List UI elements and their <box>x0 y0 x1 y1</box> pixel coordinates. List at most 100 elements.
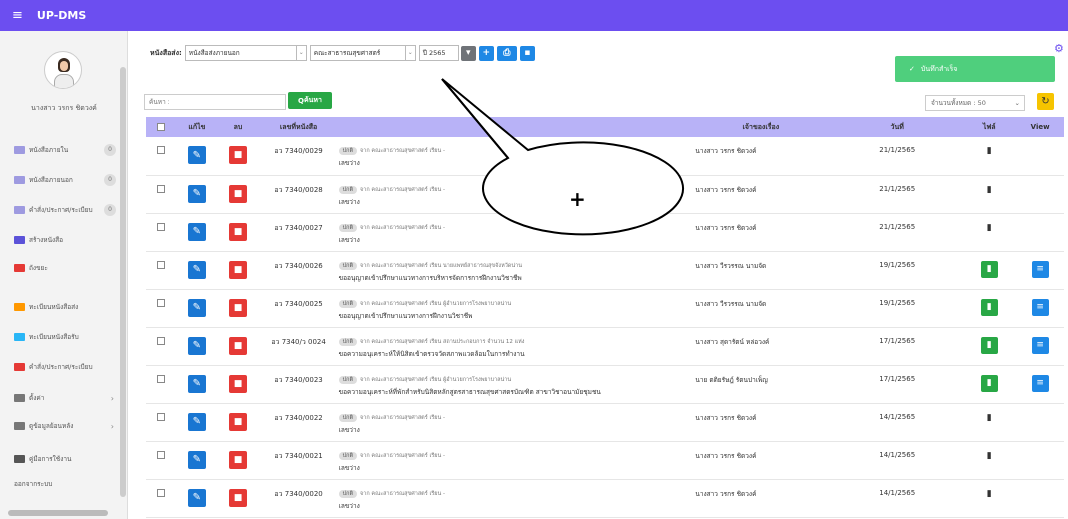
row-checkbox[interactable] <box>157 488 166 497</box>
list-icon: ≡ <box>1036 264 1044 274</box>
sidebar-item-3[interactable]: สร้างหนังสือ <box>14 230 124 250</box>
trash-filter-button[interactable]: ▪ <box>519 45 535 61</box>
horizontal-scrollbar[interactable] <box>8 510 108 516</box>
view-button[interactable]: ≡ <box>1031 260 1049 278</box>
edit-button[interactable]: ✎ <box>187 298 206 317</box>
delete-button[interactable]: ■ <box>228 488 247 507</box>
doc-type-select[interactable]: หนังสือส่งภายนอก ⌄ <box>184 45 307 61</box>
subject-from: จาก คณะสาธารณสุขศาสตร์ เรียน - <box>360 414 445 421</box>
owner: นางสาว วรกร ชิดวงค์ <box>689 213 833 252</box>
table-row: ✎ ■ อว 7340/0025 ปกติ จาก คณะสาธารณสุขศาสตร์… <box>146 289 1064 328</box>
hamburger-icon[interactable]: ≡ <box>12 8 23 23</box>
select-all-checkbox[interactable] <box>157 123 166 131</box>
trash-icon: ■ <box>233 264 243 275</box>
row-checkbox[interactable] <box>157 336 166 345</box>
row-checkbox[interactable] <box>157 146 166 154</box>
date: 21/1/2565 <box>832 137 963 176</box>
edit-button[interactable]: ✎ <box>187 374 206 393</box>
delete-button[interactable]: ■ <box>228 222 247 241</box>
edit-button[interactable]: ✎ <box>187 450 206 469</box>
search-button[interactable]: Q ค้นหา <box>288 92 332 109</box>
row-checkbox[interactable] <box>157 412 166 421</box>
edit-button[interactable]: ✎ <box>187 488 206 507</box>
sidebar-scrollbar[interactable] <box>120 67 126 497</box>
priority-chip: ปกติ <box>338 337 358 346</box>
file-button[interactable]: ▮ <box>980 260 998 278</box>
sidebar-item-7[interactable]: คำสั่ง/ประกาศ/ระเบียบ <box>14 357 124 377</box>
count-badge: 0 <box>104 204 116 216</box>
file-icon[interactable]: ▮ <box>984 489 994 500</box>
delete-button[interactable]: ■ <box>228 336 247 355</box>
row-checkbox[interactable] <box>157 298 166 307</box>
row-checkbox[interactable] <box>157 374 166 383</box>
view-button[interactable]: ≡ <box>1031 374 1049 392</box>
subject-cell: ปกติ จาก คณะสาธารณสุขศาสตร์ เรียน - เลขว่า… <box>338 403 690 442</box>
total-count-select[interactable]: จำนวนทั้งหมด : 50 ⌄ <box>925 95 1025 111</box>
refresh-button[interactable]: ↻ <box>1037 93 1054 110</box>
pencil-icon: ✎ <box>192 264 202 275</box>
sidebar-item-2[interactable]: คำสั่ง/ประกาศ/ระเบียบ 0 <box>14 200 124 220</box>
priority-chip: ปกติ <box>338 489 358 498</box>
file-icon[interactable]: ▮ <box>984 223 994 234</box>
file-icon[interactable]: ▮ <box>984 413 994 424</box>
table-row: ✎ ■ อว 7340/ว 0024 ปกติ จาก คณะสาธารณสุขศาสต… <box>146 327 1064 366</box>
delete-button[interactable]: ■ <box>228 184 247 203</box>
year-dropdown-button[interactable]: ▾ <box>460 45 476 61</box>
row-checkbox[interactable] <box>157 222 166 231</box>
sidebar-item-1[interactable]: หนังสือภายนอก 0 <box>14 170 124 190</box>
sidebar-item-8[interactable]: ตั้งค่า › <box>14 388 124 408</box>
sidebar-item-icon <box>14 146 25 154</box>
subject-cell: ปกติ จาก คณะสาธารณสุขศาสตร์ เรียน นายแพทย… <box>338 251 690 290</box>
edit-button[interactable]: ✎ <box>187 260 206 279</box>
view-button[interactable]: ≡ <box>1031 298 1049 316</box>
sidebar-item-6[interactable]: ทะเบียนหนังสือรับ <box>14 327 124 347</box>
edit-button[interactable]: ✎ <box>187 146 206 164</box>
subject-cell: ปกติ จาก คณะสาธารณสุขศาสตร์ เรียน - เลขว่า… <box>338 137 690 176</box>
subject-title: ขออนุญาตเข้าปรึกษาแนวทางการบริหารจัดการก… <box>338 273 522 282</box>
year-select[interactable]: ปี 2565 <box>418 45 459 61</box>
file-icon: ▮ <box>986 302 992 312</box>
subject-title: เลขว่าง <box>338 197 360 206</box>
sidebar-item-0[interactable]: หนังสือภายใน 0 <box>14 140 124 160</box>
delete-button[interactable]: ■ <box>228 450 247 469</box>
edit-button[interactable]: ✎ <box>187 222 206 241</box>
row-checkbox[interactable] <box>157 450 166 459</box>
trash-icon: ■ <box>233 378 243 389</box>
sidebar-item-4[interactable]: ถังขยะ <box>14 258 124 278</box>
delete-button[interactable]: ■ <box>228 298 247 317</box>
view-button[interactable]: ≡ <box>1031 336 1049 354</box>
delete-button[interactable]: ■ <box>228 260 247 279</box>
department-select[interactable]: คณะสาธารณสุขศาสตร์ ⌄ <box>309 45 416 61</box>
edit-button[interactable]: ✎ <box>187 184 206 203</box>
document-table: แก้ไข ลบ เลขที่หนังสือ เจ้าของเรื่อง วัน… <box>146 117 1064 518</box>
edit-button[interactable]: ✎ <box>187 412 206 431</box>
row-checkbox[interactable] <box>157 184 166 193</box>
sidebar-item-9[interactable]: ดูข้อมูลย้อนหลัง › <box>14 416 124 436</box>
file-icon[interactable]: ▮ <box>984 451 994 462</box>
edit-button[interactable]: ✎ <box>187 336 206 355</box>
add-button[interactable]: + <box>478 45 494 61</box>
header-delete: ลบ <box>217 117 259 137</box>
file-button[interactable]: ▮ <box>980 298 998 316</box>
sidebar-item-5[interactable]: ทะเบียนหนังสือส่ง <box>14 297 124 317</box>
owner: นางสาว วีรวรรณ นามจัด <box>689 289 833 328</box>
print-button[interactable]: ⎙ <box>496 45 517 61</box>
delete-button[interactable]: ■ <box>228 374 247 393</box>
file-button[interactable]: ▮ <box>980 336 998 354</box>
sidebar-item-11[interactable]: ออกจากระบบ <box>14 474 124 494</box>
priority-chip: ปกติ <box>338 413 358 422</box>
sidebar-item-10[interactable]: คู่มือการใช้งาน <box>14 449 124 469</box>
search-input[interactable] <box>144 94 286 110</box>
file-icon[interactable]: ▮ <box>984 185 994 196</box>
delete-button[interactable]: ■ <box>228 146 247 164</box>
gear-icon[interactable]: ⚙ <box>1054 42 1064 55</box>
file-icon[interactable]: ▮ <box>984 146 994 157</box>
delete-button[interactable]: ■ <box>228 412 247 431</box>
file-button[interactable]: ▮ <box>980 374 998 392</box>
date: 14/1/2565 <box>832 403 963 442</box>
priority-chip: ปกติ <box>338 185 358 194</box>
table-row: ✎ ■ อว 7340/0026 ปกติ จาก คณะสาธารณสุขศาสตร์… <box>146 251 1064 290</box>
doc-number: อว 7340/0025 <box>258 289 339 328</box>
row-checkbox[interactable] <box>157 260 166 269</box>
header-file: ไฟล์ <box>962 117 1017 137</box>
